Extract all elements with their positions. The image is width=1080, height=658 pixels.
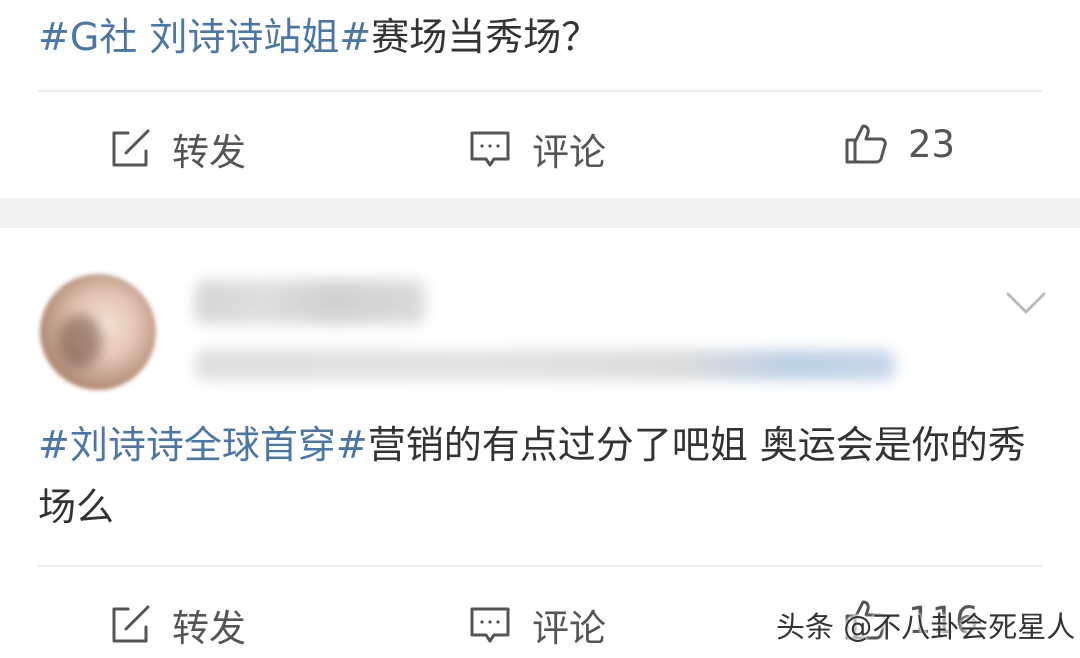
divider	[38, 90, 1042, 92]
chevron-down-icon[interactable]	[1004, 288, 1048, 318]
comment-label: 评论	[532, 131, 606, 174]
post-text: #刘诗诗全球首穿#营销的有点过分了吧姐 奥运会是你的秀场么	[38, 414, 1040, 538]
comment-label: 评论	[532, 607, 606, 650]
post-card-1: #G社 刘诗诗站姐#赛场当秀场？ 转发 评论 23	[0, 0, 1080, 198]
comment-button[interactable]: 评论	[468, 122, 606, 176]
post-card-2: #刘诗诗全球首穿#营销的有点过分了吧姐 奥运会是你的秀场么 转发 评论 116	[0, 228, 1080, 658]
divider	[38, 565, 1042, 567]
post-body: 赛场当秀场？	[371, 15, 600, 59]
hashtag-link[interactable]: #G社 刘诗诗站姐#	[38, 15, 371, 59]
hashtag-link[interactable]: #刘诗诗全球首穿#	[38, 423, 368, 467]
post-meta-blurred	[195, 350, 895, 380]
like-button[interactable]: 23	[844, 122, 955, 166]
edit-icon	[108, 127, 152, 171]
comment-icon	[468, 603, 512, 647]
avatar[interactable]	[40, 274, 156, 390]
like-count: 23	[908, 122, 956, 166]
like-icon	[844, 122, 888, 166]
username-blurred	[195, 280, 425, 324]
repost-button[interactable]: 转发	[108, 122, 246, 176]
comment-icon	[468, 127, 512, 171]
edit-icon	[108, 603, 152, 647]
comment-button[interactable]: 评论	[468, 598, 606, 652]
repost-button[interactable]: 转发	[108, 598, 246, 652]
repost-label: 转发	[172, 131, 246, 174]
watermark: 头条 @不八卦会死星人	[776, 610, 1076, 644]
post-text: #G社 刘诗诗站姐#赛场当秀场？	[38, 6, 1040, 68]
repost-label: 转发	[172, 607, 246, 650]
